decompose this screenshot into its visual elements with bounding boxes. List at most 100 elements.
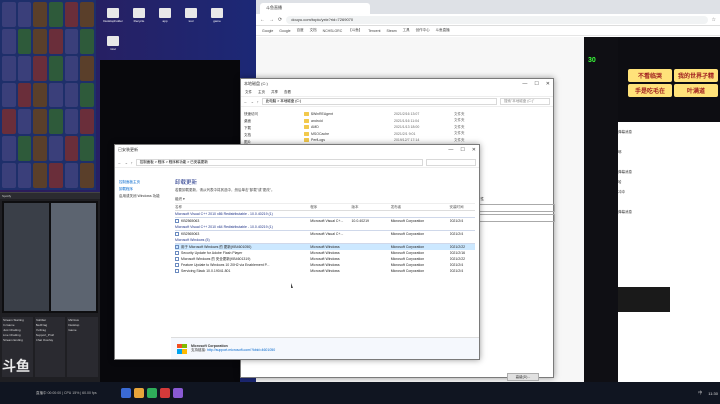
forward-icon[interactable]: → (269, 17, 274, 23)
maximize-icon[interactable]: ☐ (460, 147, 464, 153)
bookmark-item[interactable]: 【斗鱼】 (348, 28, 362, 33)
column-header[interactable]: 版本 (351, 205, 390, 210)
file-name-cell: android (304, 118, 394, 123)
update-name: KB2565063 (181, 231, 200, 236)
mixer-channel[interactable]: Game (68, 328, 97, 333)
update-program: Microsoft Visual C+... (310, 232, 344, 236)
bookmark-item[interactable]: 工具 (403, 28, 410, 33)
stream-overlay-button[interactable]: 手是吃毛在 (628, 84, 672, 97)
table-row[interactable]: Servicing Stack 10.0.19041.801 Microsoft … (175, 268, 475, 274)
update-icon (175, 244, 179, 249)
up-icon[interactable]: ↑ (257, 100, 259, 104)
bookmark-item[interactable]: Tencent (368, 29, 380, 33)
source-item[interactable]: Chat Overlay (36, 338, 65, 343)
forward-icon[interactable]: → (251, 100, 255, 104)
app-icon[interactable] (172, 388, 183, 398)
close-icon[interactable]: ✕ (472, 147, 476, 153)
back-icon[interactable]: ← (118, 161, 122, 165)
minimize-icon[interactable]: — (448, 147, 453, 153)
minimize-icon[interactable]: — (522, 81, 527, 87)
obs-sources-list[interactable]: NoFilter BedFrag YuiFrag Support_Profi Chat … (34, 317, 66, 377)
bookmark-item[interactable]: Google (262, 29, 273, 33)
sidebar-link[interactable]: 启用或关闭 Windows 功能 (119, 193, 167, 200)
star-icon[interactable]: ☆ (712, 17, 716, 23)
sidebar-link[interactable]: 控制面板主页 (119, 179, 167, 186)
stream-overlay-button[interactable]: 我的世界孑精 (674, 69, 718, 82)
scene-item[interactable]: Stream Ending (3, 338, 32, 343)
bookmark-item[interactable]: NCHSLGRC (323, 29, 343, 33)
forward-icon[interactable]: → (125, 161, 129, 165)
update-name-cell: Feature Update to Windows 10 20H2 via En… (175, 263, 310, 268)
column-header[interactable]: 安装时间 (450, 205, 475, 210)
bookmark-item[interactable]: 斗鱼直播 (436, 28, 450, 33)
organize-menu[interactable]: 组织 ▾ (175, 197, 475, 204)
update-publisher: Microsoft Corporation (390, 232, 425, 236)
stream-overlay-button[interactable]: 不看临哭 (628, 69, 672, 82)
group-header[interactable]: Microsoft Visual C++ 2010 x64 Redistribu… (175, 224, 475, 231)
file-icon (159, 7, 171, 18)
app-icon[interactable] (159, 388, 170, 398)
emote-tile (33, 28, 47, 54)
clock[interactable]: 11:30 (708, 391, 718, 396)
app-icon[interactable] (133, 388, 144, 398)
address-bar[interactable]: douyu.com/topic/yxtx?rid=7269070 (286, 15, 708, 24)
bookmark-item[interactable]: Google (279, 29, 290, 33)
back-icon[interactable]: ← (260, 17, 265, 23)
bookmark-item[interactable]: 文档 (310, 28, 317, 33)
group-header[interactable]: Microsoft Visual C++ 2010 x86 Redistribu… (175, 211, 475, 218)
close-icon[interactable]: ✕ (546, 81, 550, 87)
desktop-icon[interactable]: game (206, 4, 228, 26)
reload-icon[interactable]: ⟳ (278, 17, 282, 23)
obs-preview[interactable] (2, 201, 98, 313)
stream-overlay-button[interactable]: 叶满道 (674, 84, 718, 97)
support-link[interactable]: http://support.microsoft.com/?kbid=46010… (207, 348, 275, 352)
updates-path[interactable]: 控制面板 > 程序 > 程序和功能 > 已安装更新 (135, 159, 423, 166)
update-icon (175, 219, 179, 224)
desktop-icon[interactable]: tool (180, 4, 202, 26)
back-icon[interactable]: ← (244, 100, 248, 104)
explorer-path[interactable]: 此电脑 > 本地磁盘 (C:) (261, 98, 497, 105)
file-type: 文件夹 (454, 124, 465, 129)
up-icon[interactable]: ↑ (131, 161, 133, 165)
sidebar-item[interactable]: 快速访问 (244, 111, 298, 118)
ribbon-tab[interactable]: 主页 (258, 90, 265, 95)
column-header[interactable]: 名称 (175, 205, 310, 210)
bookmark-item[interactable]: 百度 (297, 28, 304, 33)
properties-field[interactable] (477, 204, 555, 212)
bookmark-item[interactable]: 创作中心 (416, 28, 430, 33)
group-header[interactable]: Microsoft Windows (5) (175, 237, 475, 244)
desktop-icon[interactable]: Recycle (128, 4, 150, 26)
file-date: 2021/1/16 11:04 (394, 118, 420, 123)
emote-tile (64, 136, 79, 162)
desktop-icon[interactable]: app (154, 4, 176, 26)
chat-text: 弹幕消息 (618, 209, 632, 214)
maximize-icon[interactable]: ☐ (534, 81, 538, 87)
sidebar-item[interactable]: 桌面 (244, 118, 298, 125)
app-icon[interactable] (120, 388, 131, 398)
update-date: 2021/2/4 (449, 263, 464, 267)
emote-tile (64, 28, 79, 54)
explorer-search[interactable]: 搜索"本地磁盘 (C:)" (500, 98, 550, 105)
updates-search[interactable] (426, 159, 476, 166)
obs-mixer[interactable]: Mic/Aux Desktop Game (67, 317, 98, 377)
ribbon-tab[interactable]: 共享 (271, 90, 278, 95)
sidebar-item[interactable]: 下载 (244, 125, 298, 132)
file-name-cell: AMD (304, 125, 394, 130)
sidebar-link[interactable]: 卸载程序 (119, 186, 167, 193)
app-icon[interactable] (146, 388, 157, 398)
ribbon-tab[interactable]: 查看 (284, 90, 291, 95)
language-indicator[interactable]: 中 (698, 390, 702, 396)
desktop-icon[interactable]: misc (102, 32, 124, 54)
advanced-button[interactable]: 高级(D)... (507, 373, 539, 381)
bookmark-item[interactable]: Steam (387, 29, 397, 33)
emote-tile (49, 28, 63, 54)
column-header[interactable]: 程序 (310, 205, 351, 210)
ribbon-tab[interactable]: 文件 (245, 90, 252, 95)
file-icon (107, 7, 119, 18)
column-header[interactable]: 发布者 (391, 205, 450, 210)
sidebar-item[interactable]: 文档 (244, 132, 298, 139)
browser-tab[interactable]: 斗鱼直播 (260, 3, 370, 14)
desktop-icon[interactable]: DesktopFolder (102, 4, 124, 26)
start-logo[interactable] (2, 384, 32, 402)
properties-field[interactable] (477, 214, 555, 222)
